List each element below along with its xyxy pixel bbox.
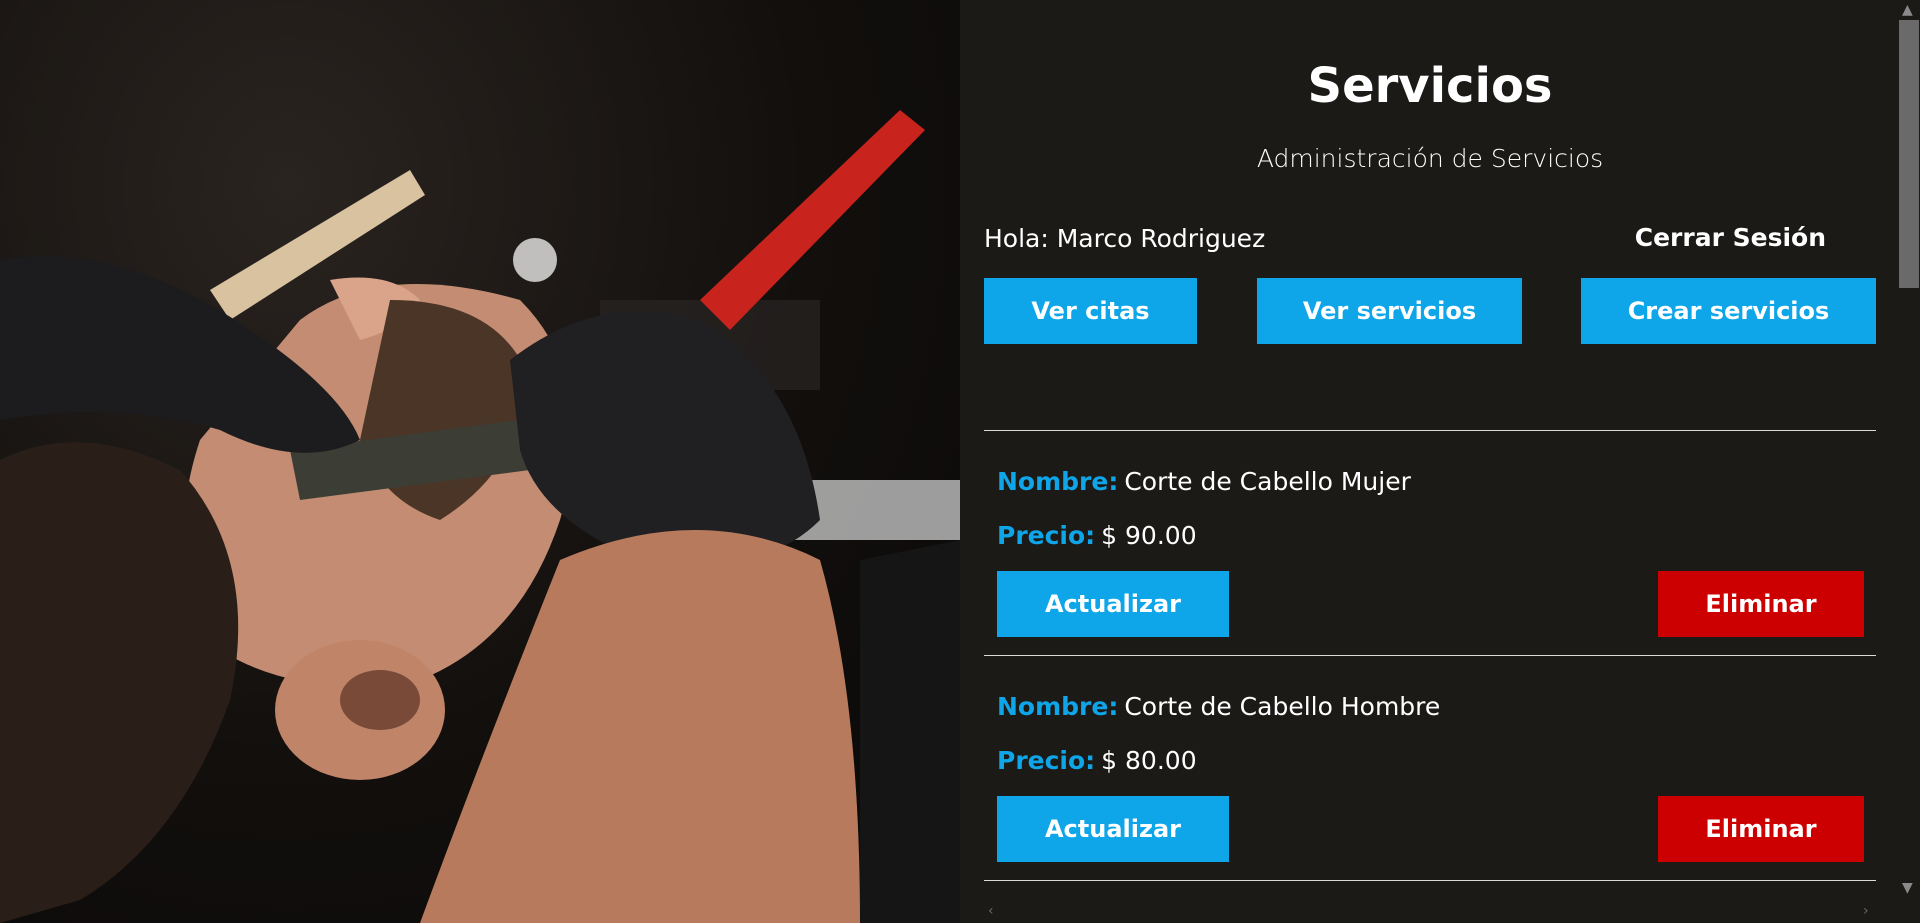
view-appointments-button[interactable]: Ver citas (984, 278, 1197, 344)
scroll-up-icon[interactable]: ▲ (1902, 2, 1913, 18)
admin-panel: Servicios Administración de Servicios Ho… (960, 0, 1920, 923)
price-label: Precio: (997, 746, 1096, 775)
services-list: Nombre: Corte de Cabello Mujer Precio: $ 9… (984, 430, 1876, 881)
view-services-button[interactable]: Ver servicios (1257, 278, 1522, 344)
service-name: Nombre: Corte de Cabello Hombre (997, 692, 1440, 721)
page-title: Servicios (1307, 58, 1553, 114)
price-label: Precio: (997, 521, 1096, 550)
hero-image (0, 0, 960, 923)
name-value: Corte de Cabello Mujer (1124, 467, 1411, 496)
horizontal-scrollbar[interactable]: ‹ › (960, 901, 1920, 923)
price-value: $ 80.00 (1101, 746, 1197, 775)
update-button[interactable]: Actualizar (997, 796, 1229, 862)
logout-link[interactable]: Cerrar Sesión (1635, 223, 1826, 252)
list-item: Nombre: Corte de Cabello Hombre Precio: $ … (984, 656, 1876, 881)
service-price: Precio: $ 90.00 (997, 521, 1197, 550)
scrollbar-thumb[interactable] (1899, 20, 1919, 288)
service-price: Precio: $ 80.00 (997, 746, 1197, 775)
create-services-button[interactable]: Crear servicios (1581, 278, 1876, 344)
scroll-right-icon[interactable]: › (1863, 903, 1869, 919)
user-greeting: Hola: Marco Rodriguez (984, 224, 1266, 253)
name-label: Nombre: (997, 467, 1119, 496)
vertical-scrollbar[interactable]: ▲ ▼ (1882, 0, 1920, 900)
update-button[interactable]: Actualizar (997, 571, 1229, 637)
scroll-left-icon[interactable]: ‹ (988, 903, 994, 919)
name-label: Nombre: (997, 692, 1119, 721)
name-value: Corte de Cabello Hombre (1124, 692, 1441, 721)
service-name: Nombre: Corte de Cabello Mujer (997, 467, 1411, 496)
page-subtitle: Administración de Servicios (1256, 144, 1604, 173)
list-item: Nombre: Corte de Cabello Mujer Precio: $ 9… (984, 431, 1876, 656)
price-value: $ 90.00 (1101, 521, 1197, 550)
scroll-down-icon[interactable]: ▼ (1902, 880, 1913, 896)
barber-photo (0, 110, 960, 923)
delete-button[interactable]: Eliminar (1658, 796, 1864, 862)
delete-button[interactable]: Eliminar (1658, 571, 1864, 637)
